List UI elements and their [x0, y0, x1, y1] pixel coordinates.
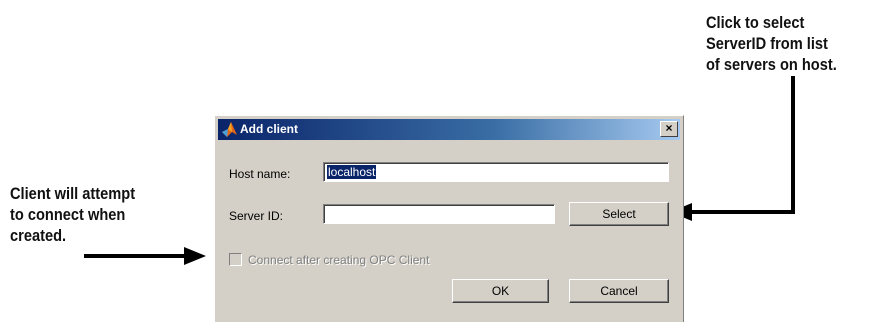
- host-name-input[interactable]: localhost: [323, 162, 669, 182]
- select-button[interactable]: Select: [569, 202, 669, 226]
- add-client-dialog: Add client × Host name: localhost Server…: [214, 115, 684, 322]
- close-icon: ×: [665, 121, 673, 135]
- close-button[interactable]: ×: [660, 121, 678, 137]
- host-name-label: Host name:: [229, 167, 291, 181]
- arrow-to-checkbox-icon: [84, 247, 206, 265]
- cancel-button[interactable]: Cancel: [569, 279, 669, 303]
- title-bar[interactable]: Add client ×: [218, 119, 680, 140]
- server-id-label: Server ID:: [229, 209, 284, 223]
- server-id-input[interactable]: [323, 204, 555, 224]
- dialog-title: Add client: [240, 122, 299, 136]
- arrow-to-select-icon: [670, 76, 795, 221]
- connect-checkbox[interactable]: [229, 253, 242, 266]
- ok-button[interactable]: OK: [452, 279, 549, 303]
- host-name-value: localhost: [327, 165, 377, 179]
- matlab-logo-icon: [222, 122, 237, 137]
- connect-checkbox-label: Connect after creating OPC Client: [248, 253, 430, 267]
